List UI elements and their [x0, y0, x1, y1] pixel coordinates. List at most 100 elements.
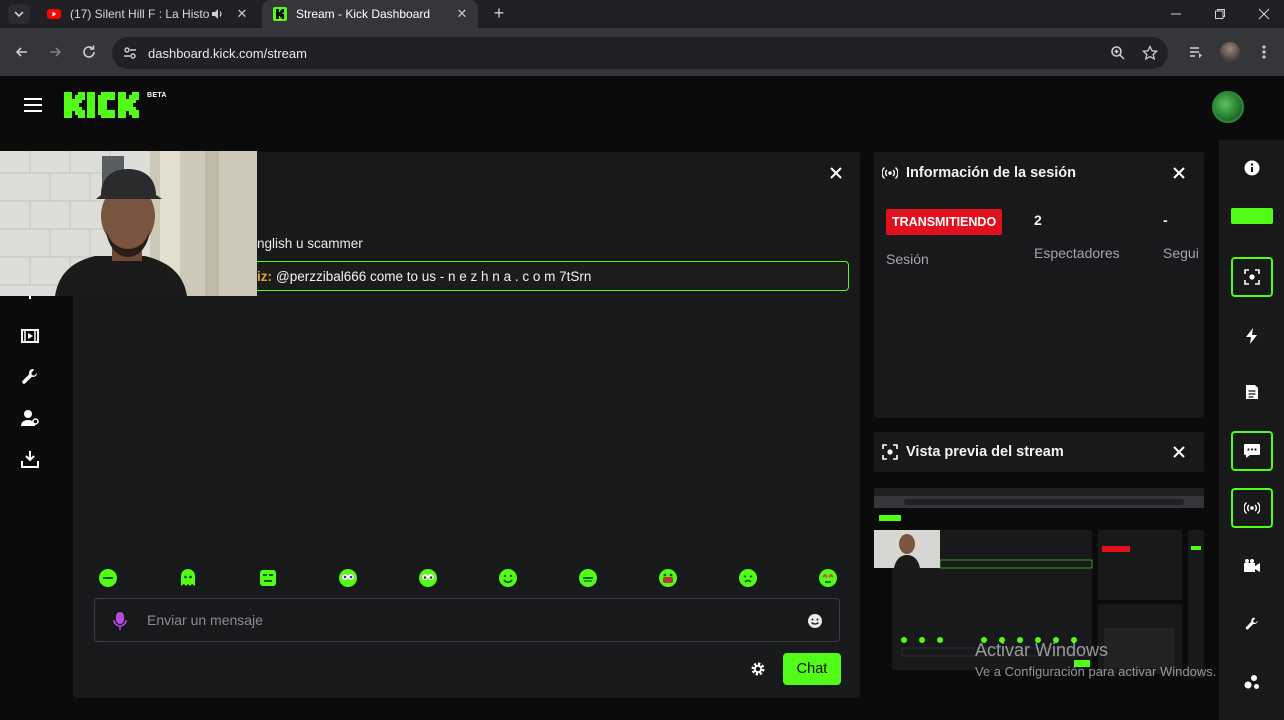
kick-logo[interactable]	[64, 88, 146, 122]
widgets-icon	[1244, 675, 1259, 689]
minimize-button[interactable]	[1154, 0, 1198, 28]
right-rail	[1219, 140, 1284, 720]
tab-search-button[interactable]	[8, 4, 30, 24]
session-info-toggle[interactable]	[1231, 488, 1273, 528]
url-text: dashboard.kick.com/stream	[148, 45, 307, 61]
document-icon	[1246, 385, 1258, 399]
more-widgets-button[interactable]	[1231, 662, 1273, 702]
browser-tab-bar: (17) Silent Hill F : La Historia ✕ Strea…	[0, 0, 1284, 28]
close-icon[interactable]	[1171, 165, 1187, 181]
info-icon	[1244, 160, 1260, 176]
chat-username[interactable]: iz:	[257, 269, 272, 284]
arrow-left-icon	[15, 47, 27, 57]
microphone-icon[interactable]	[113, 611, 127, 631]
download-tray-icon[interactable]	[20, 449, 40, 469]
close-icon[interactable]	[828, 165, 844, 181]
emote-bar	[98, 568, 838, 590]
address-bar[interactable]: dashboard.kick.com/stream	[112, 37, 1168, 69]
kick-header	[0, 76, 1284, 140]
emote-icon[interactable]	[578, 568, 598, 588]
chevron-down-icon	[14, 11, 24, 18]
webcam-overlay	[0, 151, 257, 296]
windows-activation-subtitle: Ve a Configuración para activar Windows.	[975, 664, 1217, 679]
emote-icon[interactable]	[418, 568, 438, 588]
film-icon[interactable]	[20, 326, 40, 346]
forward-button[interactable]	[43, 40, 67, 64]
preview-title: Vista previa del stream	[906, 444, 1064, 460]
restore-button[interactable]	[1198, 0, 1242, 28]
more-vertical-icon	[1262, 45, 1266, 59]
webcam-feed-image	[0, 151, 257, 296]
tab-kick-dashboard[interactable]: Stream - Kick Dashboard ✕	[262, 0, 478, 28]
media-controls-button[interactable]	[1184, 40, 1208, 64]
viewers-count: 2	[1034, 212, 1042, 228]
reload-icon	[83, 45, 95, 58]
session-title: Información de la sesión	[906, 165, 1077, 181]
chat-toggle[interactable]	[1231, 431, 1273, 471]
back-button[interactable]	[10, 40, 34, 64]
browser-toolbar: dashboard.kick.com/stream	[0, 28, 1284, 76]
close-window-button[interactable]	[1242, 0, 1284, 28]
youtube-icon	[47, 9, 61, 19]
video-camera-icon	[1244, 559, 1260, 572]
bookmark-star-icon[interactable]	[1142, 45, 1158, 61]
restore-icon	[1215, 9, 1225, 19]
stream-settings-button[interactable]	[1231, 546, 1273, 586]
close-tab-icon[interactable]: ✕	[452, 6, 472, 22]
emote-icon[interactable]	[658, 568, 678, 588]
site-settings-icon[interactable]	[122, 45, 138, 61]
profile-avatar	[1220, 42, 1240, 62]
chat-message-text: @perzzibal666 come to us - n e z h n a .…	[276, 268, 592, 284]
emote-icon[interactable]	[98, 568, 118, 588]
emote-icon[interactable]	[178, 568, 198, 588]
chat-input[interactable]: Enviar un mensaje	[94, 598, 840, 642]
tools-button[interactable]	[1231, 604, 1273, 644]
tab-youtube[interactable]: (17) Silent Hill F : La Historia ✕	[36, 0, 258, 28]
close-icon	[1258, 8, 1270, 20]
panel-header: Información de la sesión	[874, 152, 1204, 194]
wrench-icon[interactable]	[20, 367, 40, 387]
emoji-icon[interactable]	[807, 613, 823, 629]
preview-icon	[1244, 269, 1260, 285]
followers-count: -	[1163, 212, 1168, 228]
preview-icon	[882, 444, 898, 460]
emote-icon[interactable]	[498, 568, 518, 588]
chat-input-placeholder: Enviar un mensaje	[147, 612, 263, 628]
notes-button[interactable]	[1231, 372, 1273, 412]
hamburger-menu-icon[interactable]	[24, 98, 42, 112]
zoom-icon[interactable]	[1110, 45, 1126, 61]
broadcast-icon	[1244, 501, 1260, 515]
tab-title: (17) Silent Hill F : La Historia	[70, 7, 210, 21]
beta-label: BETA	[147, 92, 167, 99]
reload-button[interactable]	[77, 40, 101, 64]
emote-icon[interactable]	[738, 568, 758, 588]
speaker-icon[interactable]	[210, 7, 224, 21]
quick-actions-button[interactable]	[1231, 316, 1273, 356]
panel-header: Vista previa del stream	[874, 432, 1204, 472]
kick-icon	[273, 7, 287, 21]
profile-button[interactable]	[1218, 40, 1242, 64]
emote-icon[interactable]	[818, 568, 838, 588]
wrench-icon	[1245, 617, 1258, 630]
session-label: Sesión	[886, 251, 929, 267]
send-chat-button[interactable]: Chat	[783, 653, 841, 685]
close-tab-icon[interactable]: ✕	[232, 6, 252, 22]
windows-activation-title: Activar Windows	[975, 640, 1109, 660]
highlighted-chat-message: iz: @perzzibal666 come to us - n e z h n…	[244, 261, 849, 291]
emote-icon[interactable]	[338, 568, 358, 588]
browser-menu-button[interactable]	[1252, 40, 1276, 64]
arrow-right-icon	[50, 47, 62, 57]
gear-icon[interactable]	[750, 661, 766, 677]
emote-icon[interactable]	[258, 568, 278, 588]
user-avatar[interactable]	[1212, 91, 1244, 123]
stream-preview-toggle[interactable]	[1231, 257, 1273, 297]
info-button[interactable]	[1231, 148, 1273, 188]
live-status-badge: TRANSMITIENDO	[886, 209, 1003, 235]
tab-title: Stream - Kick Dashboard	[296, 7, 431, 21]
chat-message: nglish u scammer	[257, 236, 363, 251]
user-settings-icon[interactable]	[20, 408, 40, 428]
viewers-label: Espectadores	[1034, 245, 1120, 261]
close-icon[interactable]	[1171, 444, 1187, 460]
followers-label: Segui	[1163, 245, 1199, 261]
new-tab-button[interactable]: +	[488, 3, 510, 25]
